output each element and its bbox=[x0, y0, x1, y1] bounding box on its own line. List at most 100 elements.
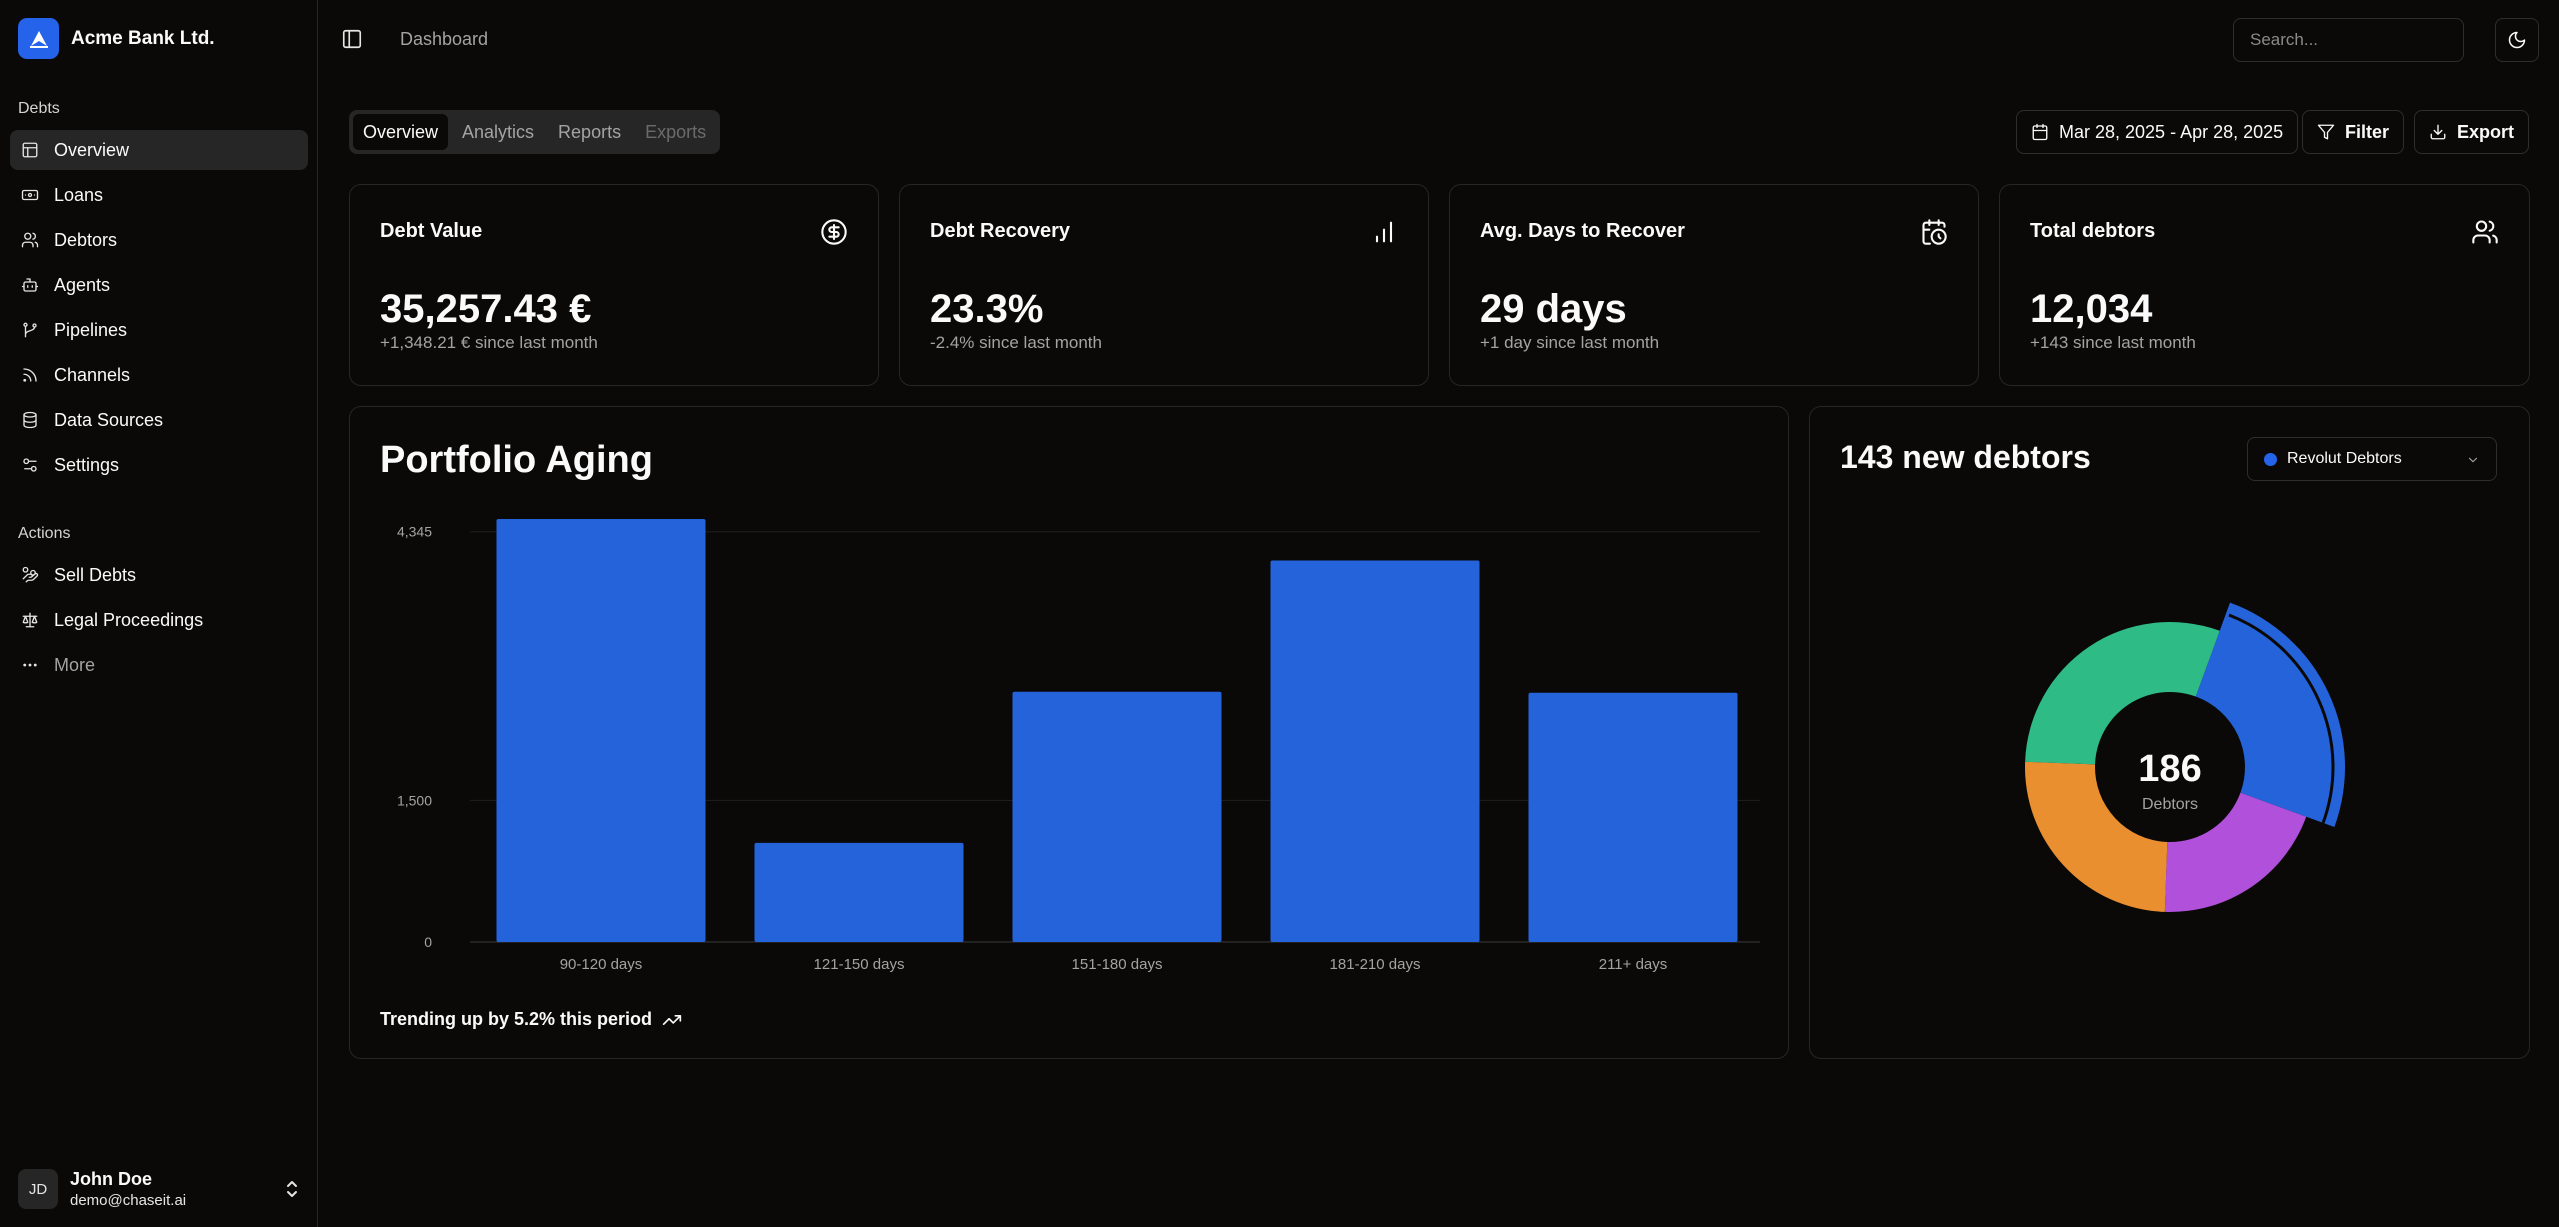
kpi-value: 12,034 bbox=[2030, 287, 2153, 331]
users-icon bbox=[2471, 218, 2499, 251]
sidebar-item-label: Debtors bbox=[54, 229, 118, 250]
actions-nav: Sell Debts Legal Proceedings More bbox=[10, 555, 308, 690]
y-tick-label: 0 bbox=[424, 934, 432, 950]
filter-icon bbox=[2317, 124, 2335, 140]
git-branch-icon bbox=[20, 320, 40, 340]
kpi-title: Debt Value bbox=[380, 220, 483, 242]
export-label: Export bbox=[2457, 121, 2515, 142]
sidebar-item-label: Sell Debts bbox=[54, 564, 137, 585]
users-icon bbox=[20, 230, 40, 250]
date-range-label: Mar 28, 2025 - Apr 28, 2025 bbox=[2059, 121, 2284, 142]
bar bbox=[496, 519, 706, 942]
layout-icon bbox=[20, 140, 40, 160]
sidebar-toggle-button[interactable] bbox=[341, 28, 363, 55]
x-tick-label: 151-180 days bbox=[1072, 956, 1163, 973]
sidebar-item-loans[interactable]: Loans bbox=[10, 175, 308, 215]
kpi-title: Debt Recovery bbox=[930, 220, 1071, 242]
brand[interactable]: Acme Bank Ltd. bbox=[18, 18, 215, 59]
new-debtors-card: 143 new debtors Revolut Debtors 186 Debto… bbox=[1809, 406, 2530, 1059]
kpi-card-debt-recovery: Debt Recovery 23.3% -2.4% since last mon… bbox=[899, 184, 1429, 386]
kpi-title: Avg. Days to Recover bbox=[1480, 220, 1685, 242]
sidebar-item-label: Agents bbox=[54, 274, 111, 295]
tab-reports[interactable]: Reports bbox=[548, 114, 631, 150]
sidebar-item-channels[interactable]: Channels bbox=[10, 355, 308, 395]
settings-icon bbox=[20, 455, 40, 475]
bar-chart-icon bbox=[1370, 218, 1398, 251]
bar bbox=[754, 842, 964, 942]
date-range-picker[interactable]: Mar 28, 2025 - Apr 28, 2025 bbox=[2016, 110, 2299, 154]
search-input[interactable] bbox=[2233, 18, 2464, 62]
kpi-value: 29 days bbox=[1480, 287, 1627, 331]
sidebar-item-legal-proceedings[interactable]: Legal Proceedings bbox=[10, 600, 308, 640]
tab-analytics[interactable]: Analytics bbox=[452, 114, 544, 150]
kpi-change: +1 day since last month bbox=[1480, 333, 1660, 352]
kpi-value: 23.3% bbox=[930, 287, 1044, 331]
section-label-actions: Actions bbox=[18, 525, 71, 542]
x-tick-label: 181-210 days bbox=[1330, 956, 1421, 973]
scale-icon bbox=[20, 610, 40, 630]
sidebar-item-more[interactable]: More bbox=[10, 645, 308, 685]
filter-button[interactable]: Filter bbox=[2302, 110, 2405, 154]
y-tick-label: 1,500 bbox=[397, 792, 432, 808]
sidebar-item-overview[interactable]: Overview bbox=[10, 130, 308, 170]
bot-icon bbox=[20, 275, 40, 295]
rss-icon bbox=[20, 365, 40, 385]
debts-nav: Overview Loans Debtors Agents Pipelines … bbox=[10, 130, 308, 490]
user-menu[interactable]: JD John Doe demo@chaseit.ai bbox=[18, 1165, 302, 1213]
hand-coins-icon bbox=[20, 565, 40, 585]
donut-slice bbox=[2195, 602, 2345, 828]
sidebar-item-pipelines[interactable]: Pipelines bbox=[10, 310, 308, 350]
trend-text: Trending up by 5.2% this period bbox=[380, 1009, 653, 1029]
sidebar-item-label: Loans bbox=[54, 184, 104, 205]
x-tick-label: 211+ days bbox=[1599, 956, 1668, 973]
tab-overview[interactable]: Overview bbox=[353, 114, 449, 150]
bar bbox=[1012, 691, 1222, 942]
filter-label: Filter bbox=[2345, 121, 2390, 142]
portfolio-aging-chart: 0 1,500 4,345 90-120 days 121-150 days 151-18… bbox=[397, 519, 1760, 973]
kpi-card-avg-days: Avg. Days to Recover 29 days +1 day sinc… bbox=[1449, 184, 1979, 386]
user-email: demo@chaseit.ai bbox=[70, 1192, 187, 1209]
sidebar-item-debtors[interactable]: Debtors bbox=[10, 220, 308, 260]
kpi-card-total-debtors: Total debtors 12,034 +143 since last mon… bbox=[1999, 184, 2530, 386]
sidebar-item-agents[interactable]: Agents bbox=[10, 265, 308, 305]
sidebar-item-label: More bbox=[54, 654, 96, 675]
sidebar-item-label: Overview bbox=[54, 139, 130, 160]
portfolio-aging-card: Portfolio Aging 0 1,500 4,345 90-120 days 12… bbox=[349, 406, 1789, 1059]
chevrons-up-down-icon bbox=[282, 1177, 302, 1206]
theme-toggle-button[interactable] bbox=[2495, 18, 2539, 62]
brand-name: Acme Bank Ltd. bbox=[71, 27, 215, 49]
new-debtors-donut: 186 Debtors bbox=[2025, 602, 2345, 912]
donut-slice bbox=[2025, 622, 2220, 765]
x-tick-label: 121-150 days bbox=[814, 956, 905, 973]
kpi-change: -2.4% since last month bbox=[930, 333, 1102, 352]
sidebar-item-data-sources[interactable]: Data Sources bbox=[10, 400, 308, 440]
sidebar-item-sell-debts[interactable]: Sell Debts bbox=[10, 555, 308, 595]
banknote-icon bbox=[20, 185, 40, 205]
database-icon bbox=[20, 410, 40, 430]
brand-logo-icon bbox=[18, 18, 59, 59]
panel-left-icon bbox=[342, 29, 362, 49]
calendar-clock-icon bbox=[1920, 218, 1948, 251]
sidebar-item-label: Pipelines bbox=[54, 319, 128, 340]
download-icon bbox=[2430, 124, 2446, 140]
trend-note: Trending up by 5.2% this period bbox=[380, 1009, 682, 1030]
breadcrumb[interactable]: Dashboard bbox=[400, 29, 488, 50]
more-icon bbox=[20, 655, 40, 675]
view-tabs: Overview Analytics Reports Exports bbox=[349, 110, 721, 154]
bar bbox=[1270, 560, 1480, 942]
kpi-card-debt-value: Debt Value 35,257.43 € +1,348.21 € since… bbox=[349, 184, 879, 386]
calendar-icon bbox=[2032, 123, 2048, 141]
tab-exports[interactable]: Exports bbox=[635, 114, 716, 150]
dollar-circle-icon bbox=[820, 218, 848, 251]
user-name: John Doe bbox=[70, 1169, 153, 1189]
avatar: JD bbox=[18, 1169, 58, 1209]
export-button[interactable]: Export bbox=[2414, 110, 2530, 154]
kpi-change: +1,348.21 € since last month bbox=[380, 333, 598, 352]
sidebar: Acme Bank Ltd. Debts Overview Loans Debt… bbox=[0, 0, 318, 1227]
x-tick-label: 90-120 days bbox=[560, 956, 643, 973]
sidebar-item-label: Settings bbox=[54, 454, 120, 475]
sidebar-item-label: Data Sources bbox=[54, 409, 164, 430]
sidebar-item-settings[interactable]: Settings bbox=[10, 445, 308, 485]
kpi-change: +143 since last month bbox=[2030, 333, 2196, 352]
bar bbox=[1528, 692, 1738, 942]
